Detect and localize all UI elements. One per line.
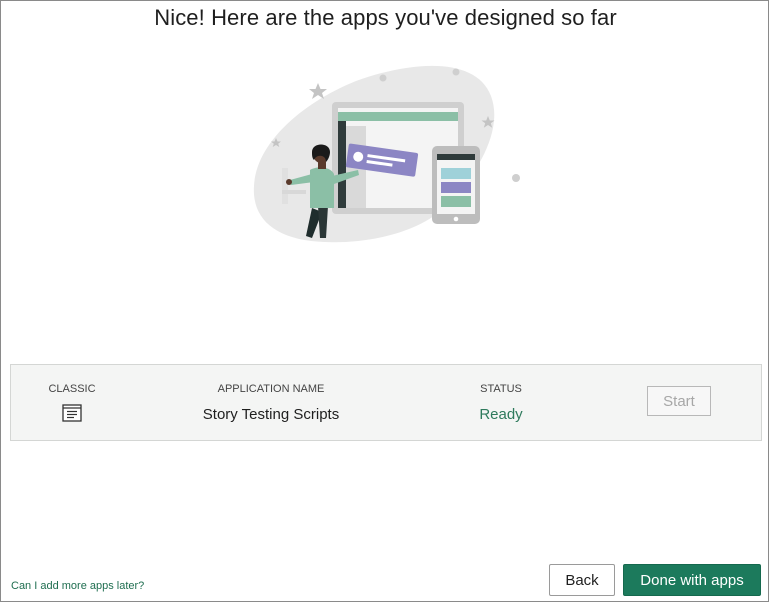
application-name: Story Testing Scripts	[202, 406, 340, 423]
document-list-icon	[62, 404, 82, 422]
status-badge: Ready	[479, 406, 523, 423]
add-more-apps-link[interactable]: Can I add more apps later?	[11, 580, 144, 592]
done-with-apps-button[interactable]: Done with apps	[623, 564, 761, 596]
back-button[interactable]: Back	[549, 564, 615, 596]
status-column-header: STATUS	[480, 383, 522, 395]
app-designer-illustration	[253, 65, 520, 243]
application-name-column-header: APPLICATION NAME	[217, 383, 325, 395]
start-button[interactable]: Start	[647, 386, 711, 416]
dialog-window: Nice! Here are the apps you've designed …	[0, 0, 769, 602]
classic-column-header: CLASSIC	[48, 383, 96, 395]
page-title: Nice! Here are the apps you've designed …	[154, 5, 617, 30]
app-row-panel: CLASSIC APPLICATION NAME STATUS Story Te…	[10, 364, 762, 441]
